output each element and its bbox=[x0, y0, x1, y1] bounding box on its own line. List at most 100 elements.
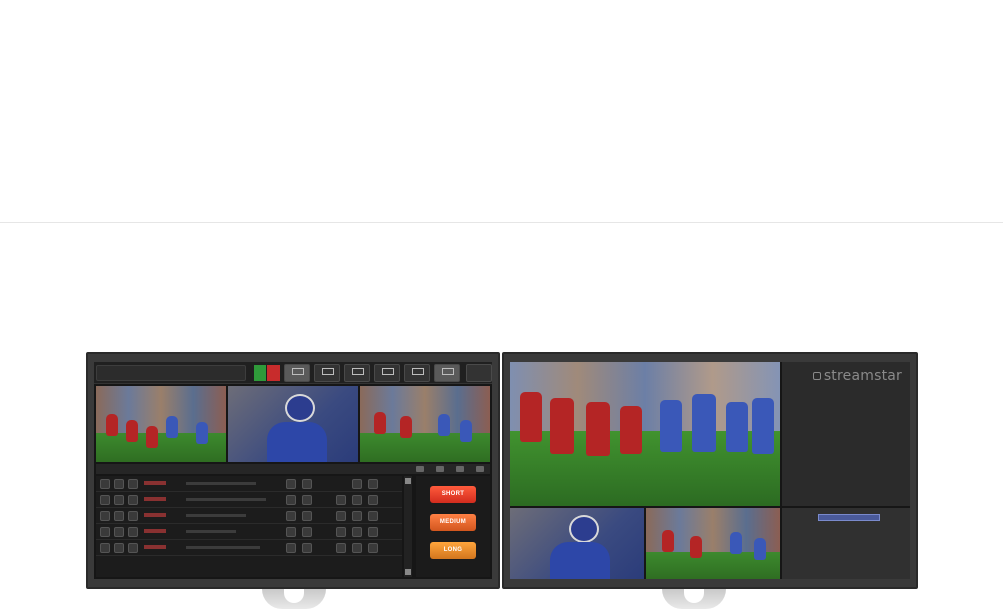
layout-button[interactable] bbox=[314, 364, 340, 382]
camera-view-1[interactable] bbox=[96, 386, 226, 462]
short-clip-button[interactable]: SHORT bbox=[430, 486, 476, 503]
row-button[interactable] bbox=[128, 495, 138, 505]
camera-view-2[interactable] bbox=[228, 386, 358, 462]
row-button[interactable] bbox=[302, 527, 312, 537]
preview-view-2[interactable] bbox=[646, 508, 780, 579]
row-button[interactable] bbox=[114, 479, 124, 489]
lock-icon bbox=[442, 368, 454, 375]
player-body bbox=[550, 542, 611, 579]
tool-icon[interactable] bbox=[416, 466, 424, 472]
preview-view-1[interactable] bbox=[510, 508, 644, 579]
player-body bbox=[267, 422, 327, 462]
player bbox=[660, 400, 682, 452]
player bbox=[730, 532, 742, 554]
row-button[interactable] bbox=[128, 543, 138, 553]
row-button[interactable] bbox=[352, 511, 362, 521]
multiview-button[interactable] bbox=[404, 364, 430, 382]
scoreboard-strip bbox=[818, 514, 880, 521]
list-item[interactable] bbox=[96, 540, 402, 556]
row-button[interactable] bbox=[352, 495, 362, 505]
layout-icon bbox=[322, 368, 334, 375]
clip-toolbar bbox=[96, 464, 490, 474]
row-button[interactable] bbox=[100, 479, 110, 489]
long-clip-button[interactable]: LONG bbox=[430, 542, 476, 559]
row-button[interactable] bbox=[100, 543, 110, 553]
tool-icon[interactable] bbox=[456, 466, 464, 472]
overlay-button[interactable] bbox=[374, 364, 400, 382]
right-monitor-stand bbox=[662, 589, 726, 609]
clip-name bbox=[186, 514, 246, 517]
row-button[interactable] bbox=[128, 479, 138, 489]
preview-button[interactable] bbox=[344, 364, 370, 382]
preview-icon bbox=[352, 368, 364, 375]
row-button[interactable] bbox=[368, 511, 378, 521]
row-button[interactable] bbox=[286, 527, 296, 537]
row-button[interactable] bbox=[336, 495, 346, 505]
brand-panel: streamstar bbox=[782, 362, 910, 506]
row-button[interactable] bbox=[352, 543, 362, 553]
player bbox=[692, 394, 716, 452]
row-button[interactable] bbox=[336, 543, 346, 553]
player bbox=[620, 406, 642, 454]
player bbox=[662, 530, 674, 552]
scroll-up-icon[interactable] bbox=[405, 478, 411, 484]
player bbox=[106, 414, 118, 436]
row-button[interactable] bbox=[286, 495, 296, 505]
row-button[interactable] bbox=[114, 495, 124, 505]
row-button[interactable] bbox=[286, 511, 296, 521]
player bbox=[374, 412, 386, 434]
player bbox=[126, 420, 138, 442]
camera-view-3[interactable] bbox=[360, 386, 490, 462]
row-button[interactable] bbox=[286, 543, 296, 553]
row-button[interactable] bbox=[100, 511, 110, 521]
scroll-down-icon[interactable] bbox=[405, 569, 411, 575]
list-item[interactable] bbox=[96, 508, 402, 524]
row-button[interactable] bbox=[114, 527, 124, 537]
page-divider bbox=[0, 222, 1003, 223]
row-button[interactable] bbox=[114, 511, 124, 521]
list-item[interactable] bbox=[96, 476, 402, 492]
row-button[interactable] bbox=[114, 543, 124, 553]
camera-switch-button[interactable] bbox=[284, 364, 310, 382]
player bbox=[752, 398, 774, 454]
medium-clip-button[interactable]: MEDIUM bbox=[430, 514, 476, 531]
row-button[interactable] bbox=[336, 527, 346, 537]
list-scrollbar[interactable] bbox=[404, 476, 412, 577]
row-button[interactable] bbox=[302, 543, 312, 553]
console-toolbar bbox=[94, 362, 492, 384]
row-button[interactable] bbox=[368, 495, 378, 505]
clip-length-panel: SHORT MEDIUM LONG bbox=[416, 476, 490, 577]
camera-thumbnails bbox=[96, 386, 490, 462]
row-button[interactable] bbox=[128, 527, 138, 537]
list-item[interactable] bbox=[96, 524, 402, 540]
row-button[interactable] bbox=[368, 479, 378, 489]
tool-icon[interactable] bbox=[476, 466, 484, 472]
lock-button[interactable] bbox=[434, 364, 460, 382]
timeline-display bbox=[96, 365, 246, 381]
row-button[interactable] bbox=[352, 479, 362, 489]
row-button[interactable] bbox=[336, 511, 346, 521]
settings-button[interactable] bbox=[466, 364, 492, 382]
row-button[interactable] bbox=[368, 527, 378, 537]
row-button[interactable] bbox=[302, 495, 312, 505]
row-button[interactable] bbox=[286, 479, 296, 489]
program-view bbox=[510, 362, 780, 506]
list-item[interactable] bbox=[96, 492, 402, 508]
row-button[interactable] bbox=[368, 543, 378, 553]
row-button[interactable] bbox=[352, 527, 362, 537]
player bbox=[550, 398, 574, 454]
row-button[interactable] bbox=[100, 495, 110, 505]
clip-marker bbox=[144, 513, 166, 517]
camera-switch-icon bbox=[292, 368, 304, 375]
multiview-icon bbox=[412, 368, 424, 375]
clip-marker bbox=[144, 481, 166, 485]
record-red-light bbox=[267, 365, 280, 381]
row-button[interactable] bbox=[128, 511, 138, 521]
clip-name bbox=[186, 530, 236, 533]
tool-icon[interactable] bbox=[436, 466, 444, 472]
row-button[interactable] bbox=[100, 527, 110, 537]
record-indicator[interactable] bbox=[254, 365, 280, 381]
streamstar-logo-icon bbox=[812, 372, 821, 380]
row-button[interactable] bbox=[302, 479, 312, 489]
row-button[interactable] bbox=[302, 511, 312, 521]
